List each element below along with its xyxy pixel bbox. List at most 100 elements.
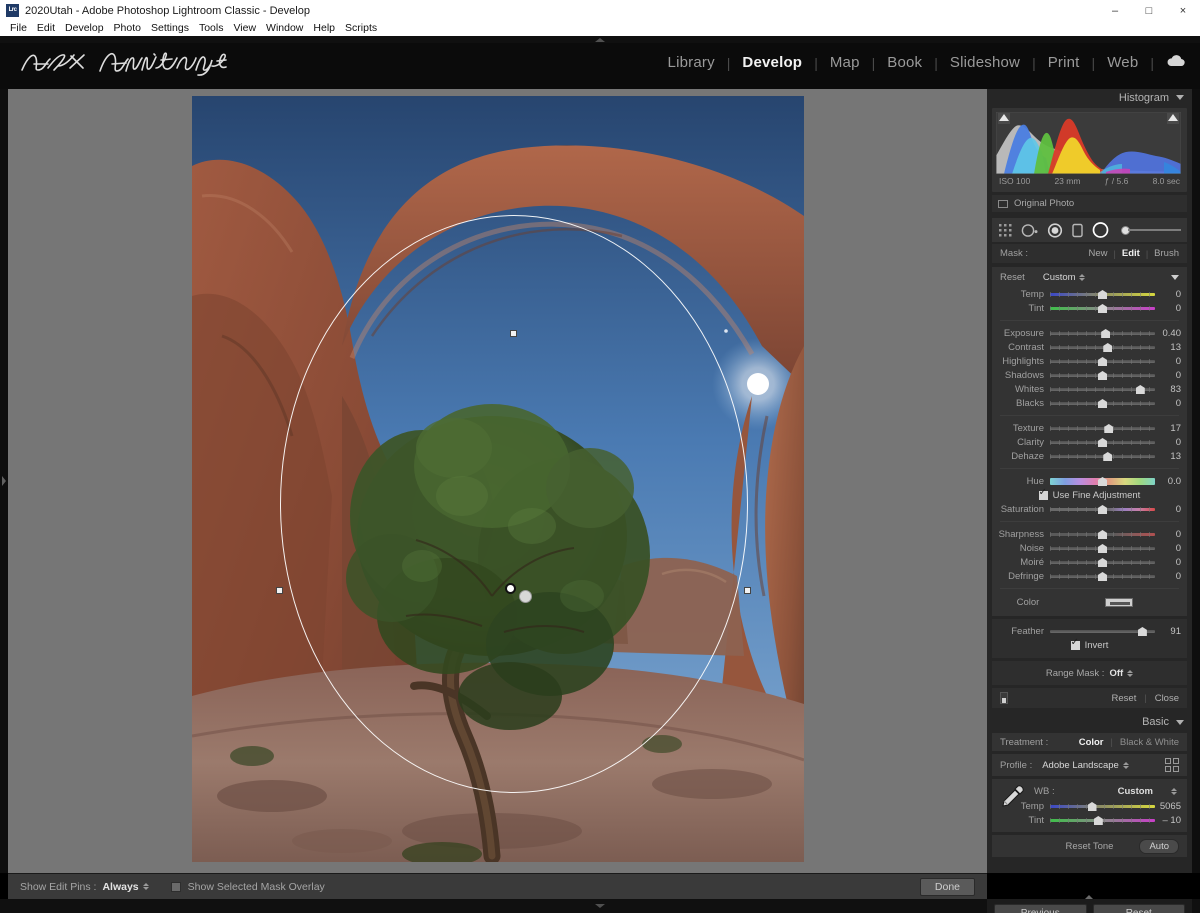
invert-row[interactable]: Invert [992,636,1187,652]
module-web[interactable]: Web [1095,48,1150,78]
radial-offset-icon[interactable] [1021,223,1039,238]
menu-help[interactable]: Help [308,21,340,36]
slider-value-blacks[interactable]: 0 [1155,398,1181,409]
stepper-icon[interactable] [1078,274,1085,281]
slider-track-basic-temp[interactable] [1050,800,1155,812]
mask-reset-label[interactable]: Reset [1000,272,1025,283]
mask-edit-button[interactable]: Edit [1122,248,1140,259]
slider-value-exposure[interactable]: 0.40 [1155,328,1182,339]
menu-tools[interactable]: Tools [194,21,229,36]
stepper-icon[interactable] [1171,787,1177,795]
eyedropper-icon[interactable] [1000,783,1026,807]
highlight-clipping-icon[interactable] [1168,114,1178,121]
minimize-button[interactable]: – [1098,0,1132,21]
slider-value-whites[interactable]: 83 [1155,384,1181,395]
close-button[interactable]: × [1166,0,1200,21]
mask-center-dot[interactable] [519,590,532,603]
slider-track-basic-tint[interactable] [1050,814,1155,826]
slider-track-clarity[interactable] [1050,436,1155,448]
flow-slider-track[interactable] [1128,229,1181,231]
menu-edit[interactable]: Edit [32,21,60,36]
treatment-color-option[interactable]: Color [1079,737,1104,748]
slider-value-temp[interactable]: 0 [1155,289,1181,300]
mask-brush-button[interactable]: Brush [1154,248,1179,259]
left-panel-flap[interactable] [0,89,8,873]
fine-adjustment-row[interactable]: Use Fine Adjustment [992,486,1187,502]
module-develop[interactable]: Develop [730,48,814,78]
slider-track-saturation[interactable] [1050,503,1155,515]
slider-value-hue[interactable]: 0.0 [1155,476,1181,487]
original-photo-row[interactable]: Original Photo [992,195,1187,212]
slider-track-dehaze[interactable] [1050,450,1155,462]
menu-view[interactable]: View [228,21,261,36]
slider-track-whites[interactable] [1050,383,1155,395]
slider-track-sharpness[interactable] [1050,528,1155,540]
mask-reset-button[interactable]: Reset [1112,693,1137,704]
slider-track-texture[interactable] [1050,422,1155,434]
treatment-bw-option[interactable]: Black & White [1120,737,1179,748]
invert-checkbox[interactable] [1070,636,1080,650]
module-slideshow[interactable]: Slideshow [938,48,1032,78]
profile-grid-icon[interactable] [1165,758,1179,772]
cloud-icon[interactable] [1166,54,1186,73]
slider-track-defringe[interactable] [1050,570,1155,582]
slider-track-contrast[interactable] [1050,341,1155,353]
slider-value-clarity[interactable]: 0 [1155,437,1181,448]
slider-value-highlights[interactable]: 0 [1155,356,1181,367]
slider-value-defringe[interactable]: 0 [1155,571,1181,582]
slider-knob-feather[interactable] [1137,627,1147,636]
previous-button[interactable]: Previous [994,903,1087,913]
slider-track-tint[interactable] [1050,302,1155,314]
reset-tone-label[interactable]: Reset Tone [1066,841,1114,852]
range-mask-value[interactable]: Off [1109,668,1123,679]
slider-track-moire[interactable] [1050,556,1155,568]
identity-plate[interactable] [14,46,244,80]
module-library[interactable]: Library [656,48,727,78]
slider-value-shadows[interactable]: 0 [1155,370,1181,381]
slider-track-hue[interactable] [1050,475,1155,487]
slider-value-dehaze[interactable]: 13 [1155,451,1181,462]
menu-develop[interactable]: Develop [60,21,109,36]
histogram-box[interactable]: ISO 100 23 mm ƒ / 5.6 8.0 sec [992,108,1187,192]
module-map[interactable]: Map [818,48,872,78]
slider-track-temp[interactable] [1050,288,1155,300]
grid-mask-icon[interactable] [998,223,1013,238]
slider-value-tint[interactable]: 0 [1155,303,1181,314]
slider-track-feather[interactable] [1050,625,1155,637]
slider-value-texture[interactable]: 17 [1155,423,1181,434]
menu-photo[interactable]: Photo [109,21,146,36]
panel-resize-nub[interactable] [1085,895,1094,900]
histogram-header[interactable]: Histogram [987,89,1192,106]
chevron-down-icon[interactable] [1176,719,1184,725]
module-print[interactable]: Print [1036,48,1092,78]
profile-value[interactable]: Adobe Landscape [1042,760,1119,771]
menu-scripts[interactable]: Scripts [340,21,382,36]
histogram-plot[interactable] [996,112,1181,174]
photo-image[interactable] [192,96,804,862]
done-button[interactable]: Done [919,877,975,896]
brush-flow-slider[interactable] [1121,225,1181,235]
maximize-button[interactable]: □ [1132,0,1166,21]
slider-track-shadows[interactable] [1050,369,1155,381]
linear-gradient-icon[interactable] [1071,223,1084,238]
image-canvas[interactable] [8,89,987,880]
slider-track-blacks[interactable] [1050,397,1155,409]
slider-value-contrast[interactable]: 13 [1155,342,1181,353]
mask-switch-icon[interactable] [1000,692,1008,704]
slider-value-noise[interactable]: 0 [1155,543,1181,554]
reset-button[interactable]: Reset [1092,903,1185,913]
mask-close-button[interactable]: Close [1155,693,1179,704]
menu-file[interactable]: File [5,21,32,36]
brush-circle-icon[interactable] [1092,222,1109,238]
menu-settings[interactable]: Settings [146,21,194,36]
module-book[interactable]: Book [875,48,934,78]
slider-value-sharpness[interactable]: 0 [1155,529,1181,540]
menu-window[interactable]: Window [261,21,308,36]
slider-value-basic-temp[interactable]: 5065 [1155,801,1181,812]
mask-preset-value[interactable]: Custom [1043,272,1076,283]
chevron-down-icon[interactable] [1176,95,1184,100]
right-panel-scrollbar[interactable] [1192,89,1200,873]
slider-value-moire[interactable]: 0 [1155,557,1181,568]
show-edit-pins-value[interactable]: Always [102,881,138,893]
slider-value-feather[interactable]: 91 [1155,626,1181,637]
